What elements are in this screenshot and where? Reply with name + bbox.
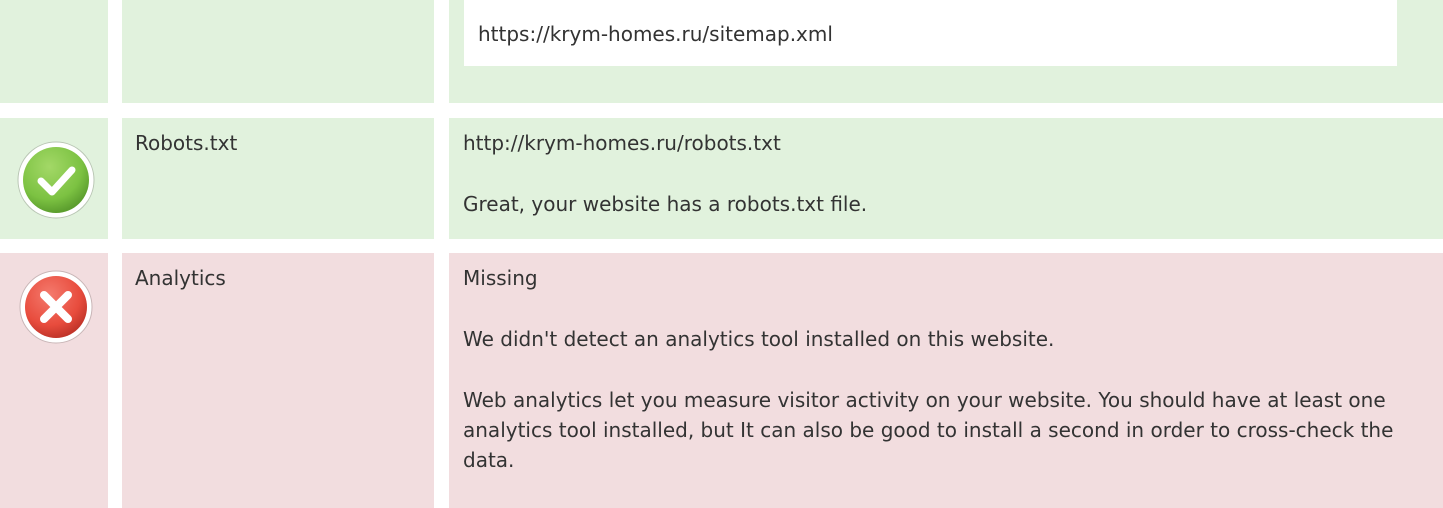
- robots-url[interactable]: http://krym-homes.ru/robots.txt: [463, 128, 781, 158]
- analytics-value: Missing: [463, 266, 538, 290]
- sitemap-url-box: https://krym-homes.ru/sitemap.xml: [464, 0, 1397, 66]
- analytics-status-cell: [0, 253, 108, 508]
- analytics-label-cell: Analytics: [122, 253, 434, 508]
- robots-label-cell: Robots.txt: [122, 118, 434, 239]
- sitemap-label-cell: [122, 0, 434, 103]
- cross-circle-icon: [19, 270, 93, 344]
- sitemap-status-cell: [0, 0, 108, 103]
- robots-message: Great, your website has a robots.txt fil…: [463, 192, 868, 216]
- sitemap-value-cell: https://krym-homes.ru/sitemap.xml: [449, 0, 1443, 103]
- check-circle-icon: [17, 141, 95, 219]
- seo-report-table: https://krym-homes.ru/sitemap.xml Robots…: [0, 0, 1443, 508]
- sitemap-url[interactable]: https://krym-homes.ru/sitemap.xml: [478, 19, 833, 49]
- analytics-value-cell: Missing We didn't detect an analytics to…: [449, 253, 1443, 508]
- analytics-description: Web analytics let you measure visitor ac…: [463, 388, 1394, 472]
- analytics-label: Analytics: [135, 266, 226, 290]
- robots-label: Robots.txt: [135, 131, 238, 155]
- robots-value-cell: http://krym-homes.ru/robots.txt Great, y…: [449, 118, 1443, 239]
- analytics-message: We didn't detect an analytics tool insta…: [463, 327, 1055, 351]
- robots-status-cell: [0, 118, 108, 239]
